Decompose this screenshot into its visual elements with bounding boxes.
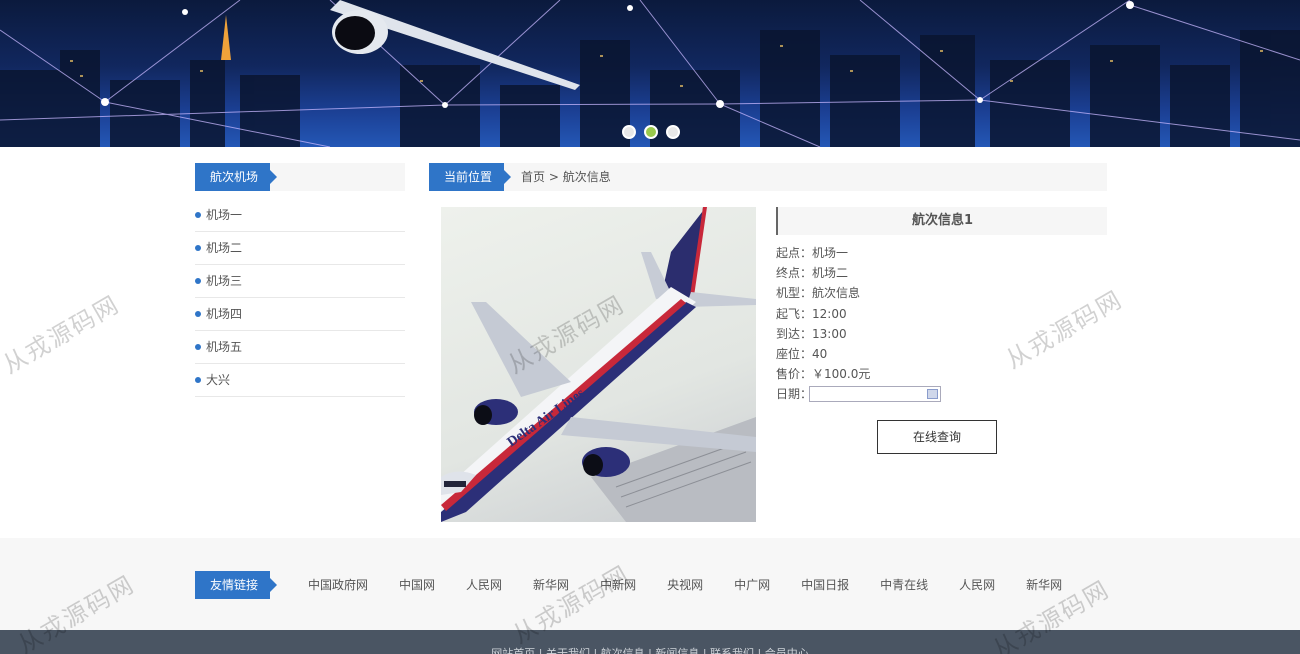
- destination-text: 终点：机场二: [776, 266, 849, 281]
- sidebar-item-airport-1[interactable]: 机场一: [195, 199, 405, 232]
- arrival-time-text: 到达：13:00: [776, 326, 847, 341]
- flight-title: 航次信息1: [776, 207, 1107, 235]
- flight-photo: Delta Air Lines: [441, 207, 756, 522]
- date-field[interactable]: [809, 386, 941, 402]
- flight-info: 起点：机场一 终点：机场二 机型：航次信息 起飞：12:00 到达：13:00 …: [776, 243, 870, 405]
- friend-link[interactable]: 人民网: [959, 576, 995, 593]
- friend-links-list: 中国政府网 中国网 人民网 新华网 中新网 央视网 中广网 中国日报 中青在线 …: [289, 576, 1074, 593]
- friend-link[interactable]: 中新网: [600, 576, 636, 593]
- airplane-model-image: Delta Air Lines: [441, 207, 756, 522]
- friend-link[interactable]: 中青在线: [880, 576, 928, 593]
- price-text: 售价：￥100.0元: [776, 367, 871, 382]
- sidebar-item-airport-2[interactable]: 机场二: [195, 232, 405, 265]
- friend-links-title: 友情链接: [195, 571, 277, 599]
- sidebar-item-daxing[interactable]: 大兴: [195, 364, 405, 397]
- friend-link[interactable]: 人民网: [466, 576, 502, 593]
- sidebar-item-airport-5[interactable]: 机场五: [195, 331, 405, 364]
- airport-list: 机场一 机场二 机场三 机场四 机场五 大兴: [195, 199, 405, 397]
- friend-link[interactable]: 中国政府网: [308, 576, 368, 593]
- breadcrumb-title: 当前位置: [429, 163, 511, 191]
- friend-link[interactable]: 央视网: [667, 576, 703, 593]
- seats-text: 座位：40: [776, 346, 828, 361]
- watermark: 从戎源码网: [0, 290, 125, 380]
- aircraft-model-text: 机型：航次信息: [776, 286, 861, 301]
- carousel-dot-3[interactable]: [666, 125, 680, 139]
- breadcrumb: 首页 > 航次信息: [521, 163, 611, 191]
- friend-link[interactable]: 新华网: [1026, 576, 1062, 593]
- watermark: 从戎源码网: [1000, 285, 1128, 375]
- online-query-button[interactable]: 在线查询: [877, 420, 997, 454]
- breadcrumb-home-link[interactable]: 首页: [521, 170, 545, 184]
- carousel-dot-2[interactable]: [644, 125, 658, 139]
- sidebar-item-airport-3[interactable]: 机场三: [195, 265, 405, 298]
- origin-text: 起点：机场一: [776, 246, 849, 260]
- breadcrumb-separator: >: [548, 170, 559, 184]
- departure-time-text: 起飞：12:00: [776, 306, 847, 321]
- calendar-icon[interactable]: [927, 389, 938, 399]
- footer-nav[interactable]: 网站首页 | 关于我们 | 航次信息 | 新闻信息 | 联系我们 | 会员中心: [0, 645, 1300, 654]
- friend-link[interactable]: 新华网: [533, 576, 569, 593]
- friend-link[interactable]: 中国网: [399, 576, 435, 593]
- carousel-dots: [622, 125, 680, 139]
- hero-banner: [0, 0, 1300, 147]
- friend-link[interactable]: 中广网: [734, 576, 770, 593]
- sidebar-item-airport-4[interactable]: 机场四: [195, 298, 405, 331]
- sidebar-title: 航次机场: [195, 163, 277, 191]
- breadcrumb-current: 航次信息: [562, 170, 611, 184]
- friend-link[interactable]: 中国日报: [801, 576, 849, 593]
- carousel-dot-1[interactable]: [622, 125, 636, 139]
